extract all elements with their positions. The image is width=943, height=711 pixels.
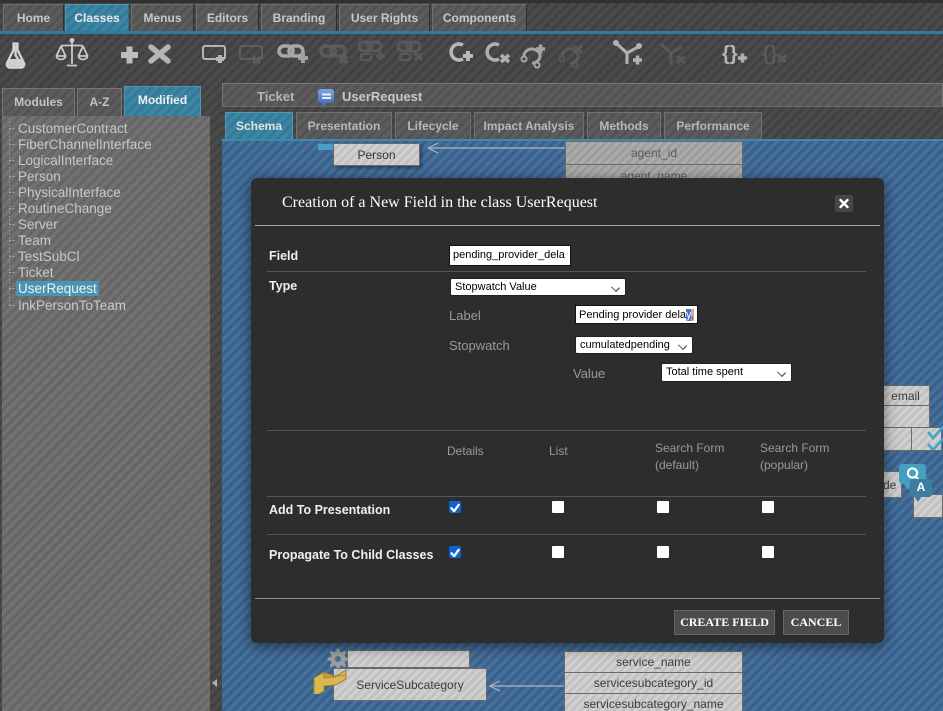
svg-text:{}: {}: [762, 43, 778, 65]
svg-text:{}: {}: [722, 43, 738, 65]
